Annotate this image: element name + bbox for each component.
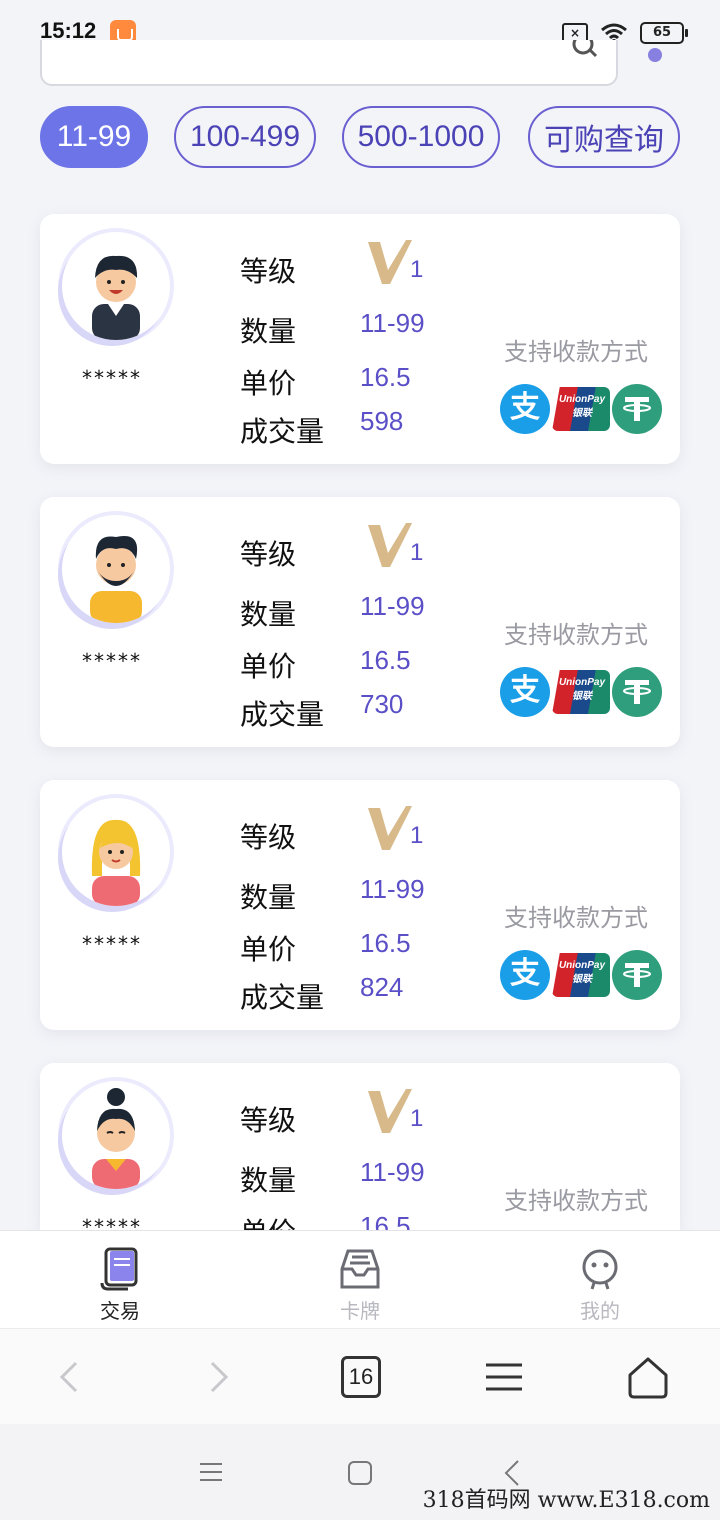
- alipay-icon: 支: [500, 384, 550, 434]
- search-input[interactable]: [40, 40, 618, 86]
- home-icon[interactable]: [624, 1353, 672, 1401]
- payment-methods-label: 支持收款方式: [504, 338, 648, 366]
- level-label: 等级: [240, 255, 297, 288]
- filter-chip-100-499[interactable]: 100-499: [174, 106, 316, 168]
- volume-value: 730: [360, 689, 404, 719]
- home-nav-icon[interactable]: [347, 1460, 373, 1486]
- forward-icon[interactable]: [194, 1353, 242, 1401]
- nav-label: 卡牌: [340, 1299, 380, 1323]
- level-label: 等级: [240, 538, 297, 571]
- volume-label: 成交量: [240, 415, 325, 448]
- payment-methods-label: 支持收款方式: [504, 621, 648, 649]
- tether-icon: [612, 950, 662, 1000]
- unit-price-label: 单价: [240, 650, 297, 683]
- unit-price-value: 16.5: [360, 1211, 411, 1230]
- nav-cards[interactable]: 卡牌: [300, 1241, 420, 1324]
- search-icon[interactable]: [572, 40, 598, 64]
- quantity-value: 11-99: [360, 874, 425, 904]
- avatar: [62, 1081, 170, 1189]
- payment-icons: 支 UnionPay 银联: [500, 384, 662, 434]
- unionpay-icon: UnionPay 银联: [552, 387, 610, 431]
- payment-icons: 支 UnionPay 银联: [500, 950, 662, 1000]
- avatar: [62, 515, 170, 623]
- volume-value: 824: [360, 972, 404, 1002]
- bottom-nav: 交易 卡牌 我的: [0, 1230, 720, 1329]
- seller-card[interactable]: ***** 等级 1 数量 11-99 单价 16.5 成交量 824 支持收款…: [40, 780, 680, 1030]
- seller-name: *****: [82, 649, 142, 673]
- bearded-man-avatar-icon: [90, 535, 142, 623]
- tabs-button[interactable]: 16: [341, 1356, 381, 1398]
- watermark: 318首码网 www.E318.com: [422, 1488, 710, 1513]
- level-value: 1: [410, 539, 424, 566]
- system-nav: 318首码网 www.E318.com: [0, 1424, 720, 1520]
- seller-card[interactable]: ***** 等级 1 数量 11-99 单价 16.5 支持收款方式: [40, 1063, 680, 1230]
- payment-icons: 支 UnionPay 银联: [500, 667, 662, 717]
- unit-price-label: 单价: [240, 933, 297, 966]
- woman-bun-avatar-icon: [92, 1088, 140, 1189]
- quantity-label: 数量: [240, 598, 297, 631]
- tether-icon: [612, 384, 662, 434]
- seller-name: *****: [82, 932, 142, 956]
- profile-icon: [582, 1249, 618, 1290]
- menu-icon[interactable]: [480, 1353, 528, 1401]
- filter-chip-500-1000[interactable]: 500-1000: [342, 106, 500, 168]
- level-value: 1: [410, 256, 424, 283]
- unit-price-value: 16.5: [360, 928, 411, 958]
- payment-methods-label: 支持收款方式: [504, 1187, 648, 1215]
- battery-icon: 65: [640, 22, 688, 44]
- quantity-label: 数量: [240, 1164, 297, 1197]
- volume-value: 598: [360, 406, 404, 436]
- seller-card[interactable]: ***** 等级 1 数量 11-99 单价 16.5 成交量 598 支持收款…: [40, 214, 680, 464]
- level-label: 等级: [240, 821, 297, 854]
- payment-methods-label: 支持收款方式: [504, 904, 648, 932]
- alipay-icon: 支: [500, 667, 550, 717]
- quantity-value: 11-99: [360, 308, 425, 338]
- unit-price-value: 16.5: [360, 362, 411, 392]
- nav-label: 交易: [100, 1299, 140, 1323]
- quantity-label: 数量: [240, 315, 297, 348]
- seller-card[interactable]: ***** 等级 1 数量 11-99 单价 16.5 成交量 730 支持收款…: [40, 497, 680, 747]
- unit-price-label: 单价: [240, 367, 297, 400]
- inbox-icon: [340, 1249, 380, 1289]
- quantity-label: 数量: [240, 881, 297, 914]
- seller-name: *****: [82, 1215, 142, 1230]
- quantity-value: 11-99: [360, 591, 425, 621]
- nav-profile[interactable]: 我的: [540, 1241, 660, 1324]
- menu-dot-icon[interactable]: [648, 48, 662, 62]
- nav-label: 我的: [580, 1299, 620, 1323]
- level-label: 等级: [240, 1104, 297, 1137]
- filter-chip-available-query[interactable]: 可购查询: [528, 106, 680, 168]
- recent-apps-icon[interactable]: [198, 1460, 224, 1484]
- trade-icon: [100, 1247, 138, 1291]
- filter-chip-11-99[interactable]: 11-99: [40, 106, 148, 168]
- alipay-icon: 支: [500, 950, 550, 1000]
- avatar: [62, 798, 170, 906]
- volume-label: 成交量: [240, 981, 325, 1014]
- seller-name: *****: [82, 366, 142, 390]
- blonde-woman-avatar-icon: [91, 819, 141, 906]
- unionpay-icon: UnionPay 银联: [552, 670, 610, 714]
- unit-price-value: 16.5: [360, 645, 411, 675]
- level-value: 1: [410, 1105, 424, 1132]
- unit-price-label: 单价: [240, 1211, 296, 1230]
- nav-trade[interactable]: 交易: [60, 1241, 180, 1324]
- man-avatar-icon: [92, 255, 140, 340]
- tether-icon: [612, 667, 662, 717]
- avatar: [62, 232, 170, 340]
- volume-label: 成交量: [240, 698, 325, 731]
- quantity-value: 11-99: [360, 1157, 425, 1187]
- unionpay-icon: UnionPay 银联: [552, 953, 610, 997]
- level-value: 1: [410, 822, 424, 849]
- back-icon[interactable]: [46, 1353, 94, 1401]
